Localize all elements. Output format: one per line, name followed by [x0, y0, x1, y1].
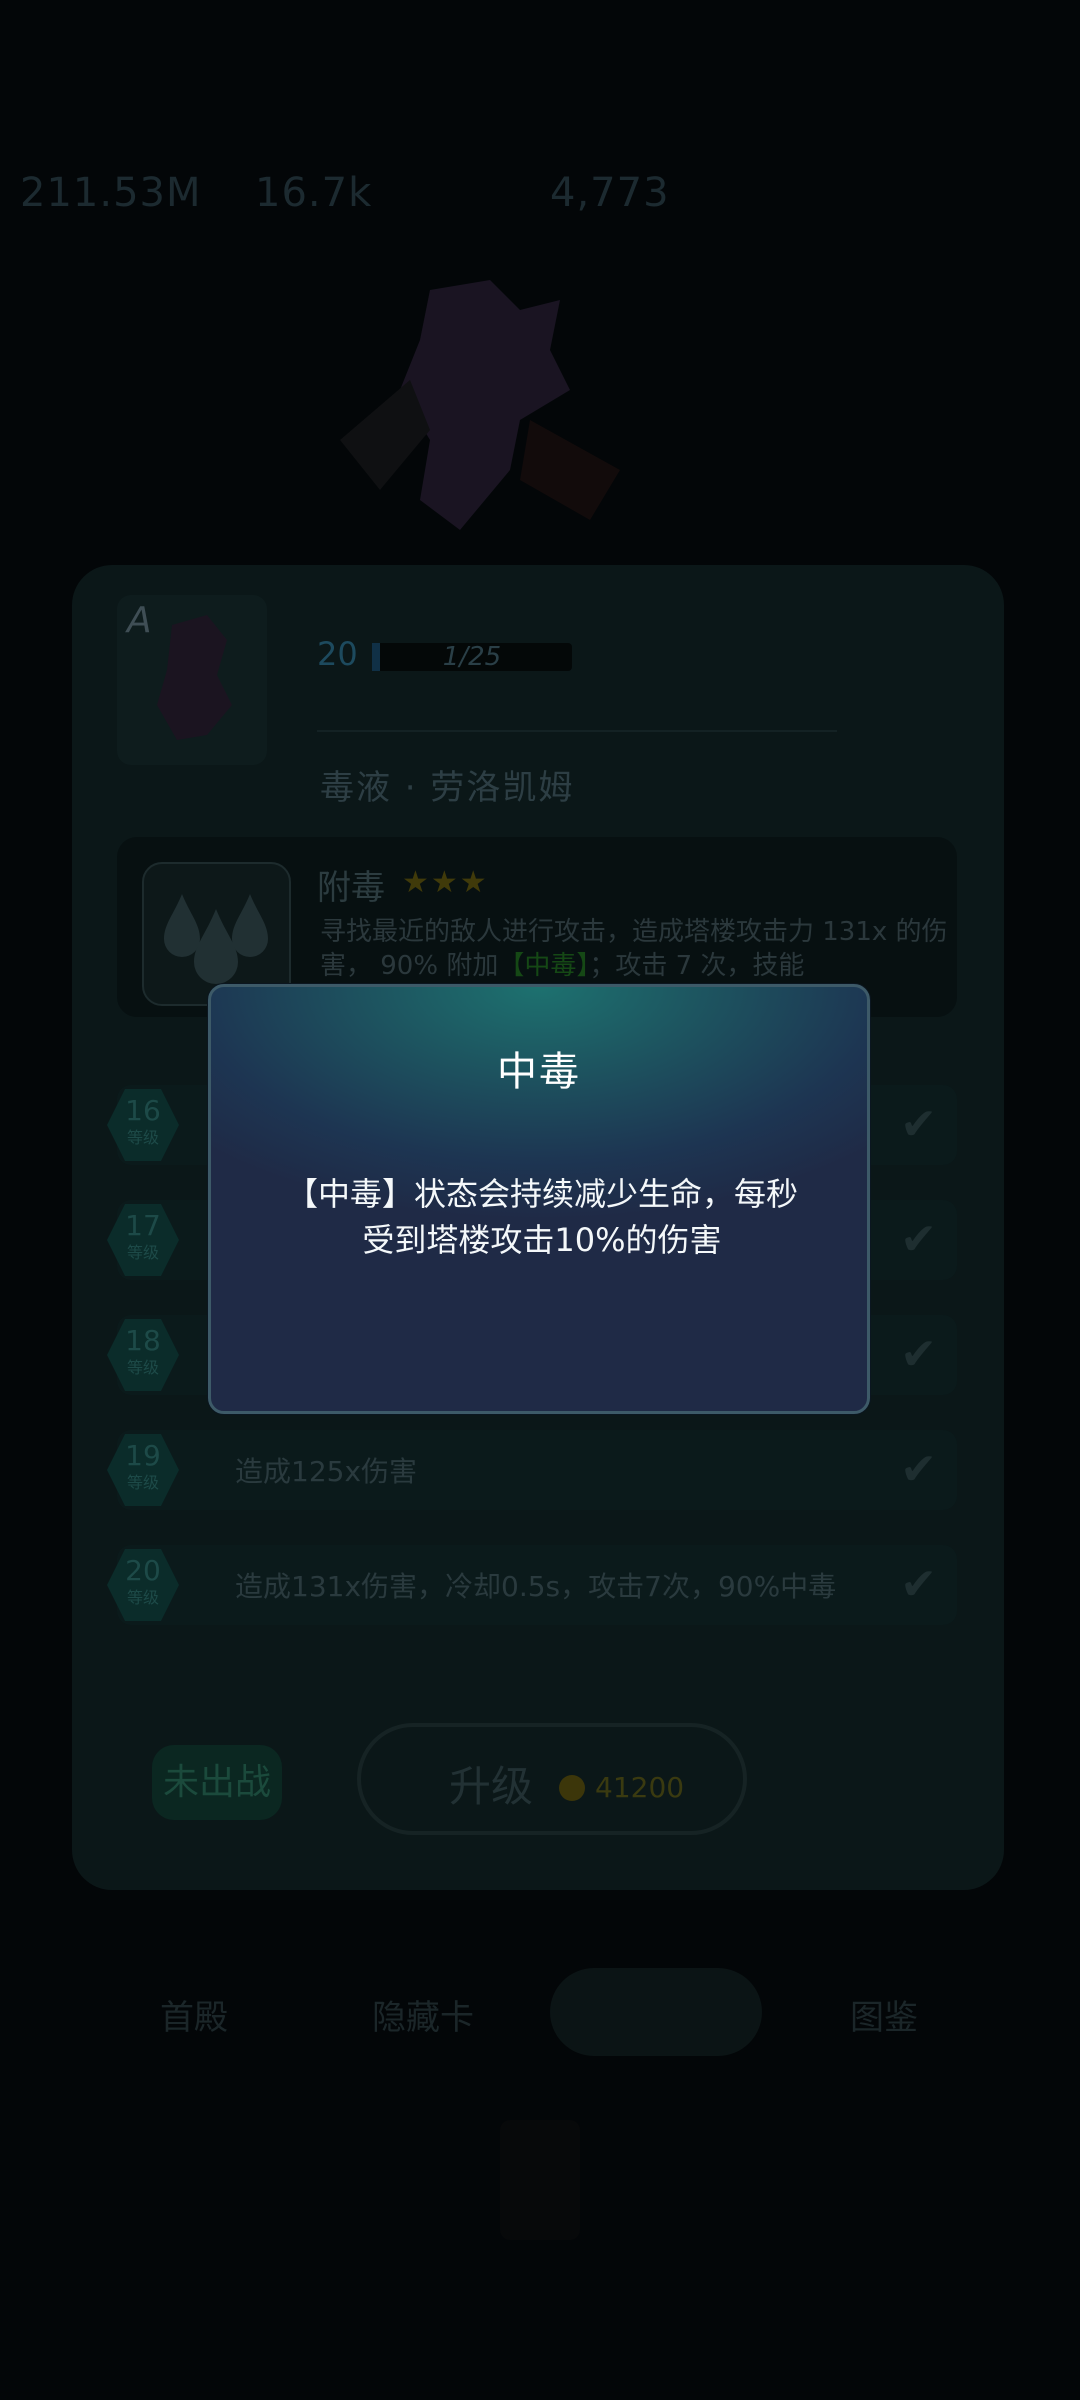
check-icon: ✔: [900, 1559, 937, 1610]
upgrade-label: 升级: [449, 1762, 534, 1811]
check-icon: ✔: [900, 1329, 937, 1380]
hero-rank: A: [127, 600, 152, 641]
hero-level: 20: [317, 635, 358, 673]
nav-heroes-selected[interactable]: [550, 1968, 762, 2056]
nav-codex[interactable]: 图鉴: [850, 1990, 918, 2039]
poison-keyword-link[interactable]: 【中毒】: [498, 951, 589, 981]
upgrade-button[interactable]: 升级 41200: [357, 1723, 747, 1835]
gem-counter: 16.7k: [255, 170, 373, 216]
check-icon: ✔: [900, 1444, 937, 1495]
deploy-status-button[interactable]: 未出战: [152, 1745, 282, 1820]
coin-icon: [559, 1775, 585, 1801]
level-badge: 19 等级: [107, 1434, 179, 1506]
xp-bar: 1/25: [372, 643, 572, 671]
gold-counter: 211.53M: [20, 170, 202, 216]
dialog-title: 中毒: [497, 1049, 581, 1095]
nav-home[interactable]: 首殿: [160, 1990, 228, 2039]
hero-name: 毒液 · 劳洛凯姆: [320, 768, 575, 808]
level-badge: 16 等级: [107, 1089, 179, 1161]
level-badge: 17 等级: [107, 1204, 179, 1276]
check-icon: ✔: [900, 1099, 937, 1150]
power-counter: 4,773: [550, 170, 670, 216]
poison-info-dialog[interactable]: 中毒 【中毒】状态会持续减少生命，每秒受到塔楼攻击10%的伤害: [208, 984, 870, 1414]
level-badge: 18 等级: [107, 1319, 179, 1391]
hero-artwork: [340, 280, 620, 530]
chest-icon: [500, 2120, 580, 2240]
level-badge: 20 等级: [107, 1549, 179, 1621]
xp-text: 1/25: [442, 642, 502, 672]
nav-hidden-cards[interactable]: 隐藏卡: [372, 1990, 474, 2039]
skill-stars: ★★★: [402, 865, 489, 900]
skill-description: 寻找最近的敌人进行攻击，造成塔楼攻击力 131x 的伤害， 90% 附加【中毒】…: [320, 917, 948, 981]
divider: [317, 730, 837, 732]
dialog-body: 【中毒】状态会持续减少生命，每秒受到塔楼攻击10%的伤害: [285, 1175, 798, 1259]
level-row: 19 等级 造成125x伤害 ✔: [107, 1430, 957, 1510]
check-icon: ✔: [900, 1214, 937, 1265]
upgrade-cost: 41200: [595, 1771, 685, 1804]
level-effect: 造成131x伤害，冷却0.5s，攻击7次，90%中毒: [235, 1570, 837, 1603]
level-row: 20 等级 造成131x伤害，冷却0.5s，攻击7次，90%中毒 ✔: [107, 1545, 957, 1625]
level-effect: 造成125x伤害: [235, 1455, 418, 1488]
skill-name: 附毒: [317, 868, 385, 908]
